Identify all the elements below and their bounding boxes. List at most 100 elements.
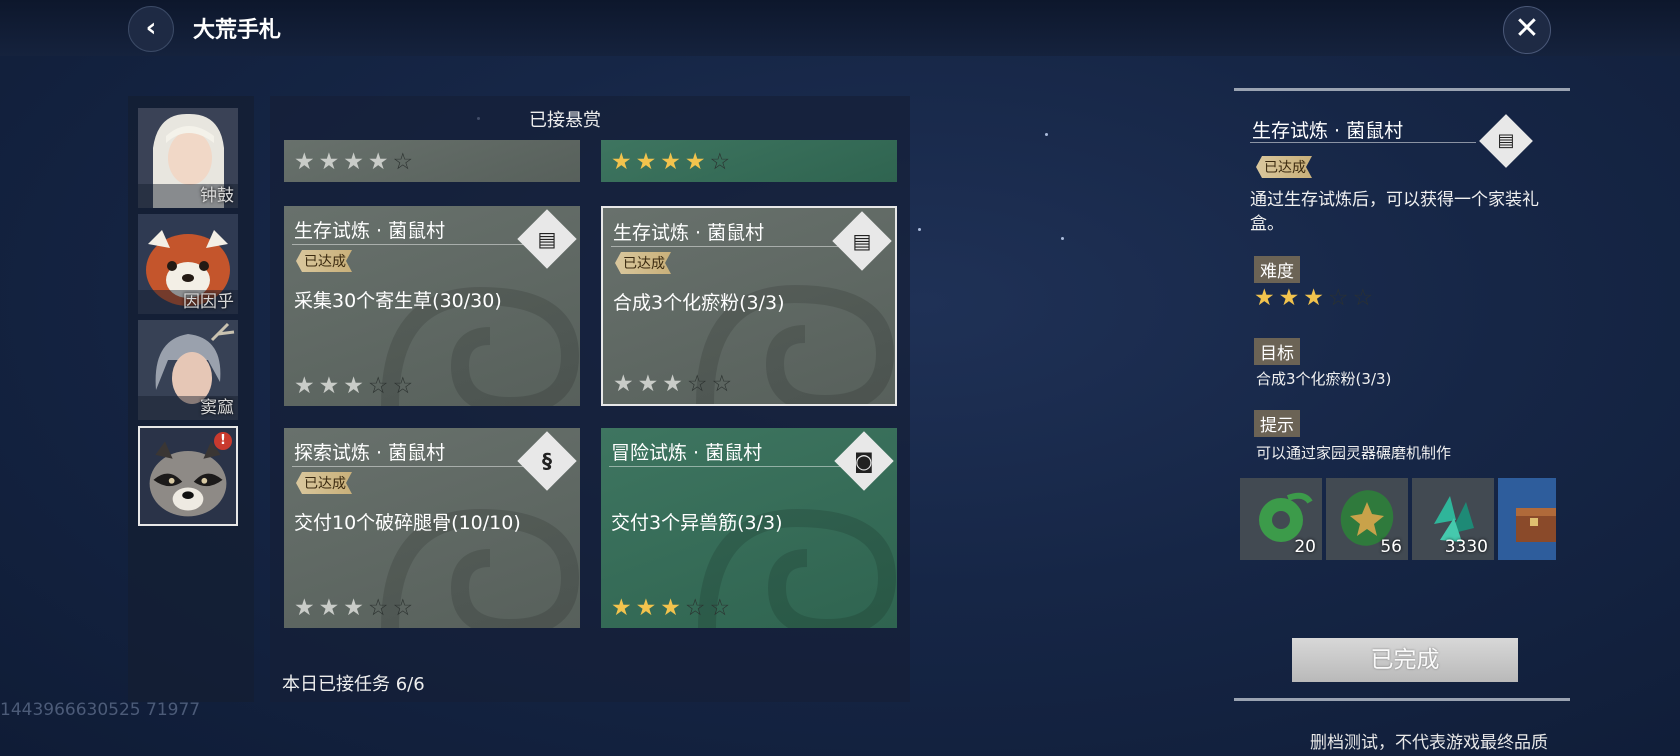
star-empty-icon: ☆	[684, 595, 706, 621]
reward-item[interactable]: 3330	[1412, 478, 1494, 560]
chevron-left-icon: ‹	[145, 13, 157, 43]
reward-item[interactable]	[1498, 478, 1556, 560]
star-filled-icon: ★	[343, 149, 364, 175]
difficulty-stars: ★ ★ ★ ☆ ☆	[1254, 286, 1373, 310]
close-button[interactable]: ✕	[1503, 6, 1551, 54]
star-filled-icon: ★	[611, 595, 632, 621]
reward-count: 56	[1380, 537, 1402, 557]
panel-title: 已接悬赏	[529, 110, 601, 131]
star-filled-icon: ★	[318, 373, 340, 399]
difficulty-stars: ★ ★ ★ ★ ☆	[294, 150, 413, 174]
quest-card-selected[interactable]: 生存试炼 · 菌鼠村 已达成 ▤ 合成3个化瘀粉(3/3) ★ ★ ★ ☆ ☆	[601, 206, 897, 406]
divider-top	[1234, 88, 1570, 91]
divider	[609, 466, 857, 467]
scroll-icon: ▤	[1497, 130, 1515, 151]
background-star	[1061, 237, 1064, 240]
star-filled-icon: ★	[637, 371, 659, 397]
close-icon: ✕	[1514, 11, 1540, 46]
star-empty-icon: ☆	[686, 371, 708, 397]
daily-quest-count: 本日已接任务 6/6	[282, 674, 425, 695]
page-title: 大荒手札	[193, 18, 282, 43]
character-list: 钟鼓 因因乎 窦窳 !	[128, 96, 254, 702]
quest-card[interactable]: 探索试炼 · 菌鼠村 已达成 § 交付10个破碎腿骨(10/10) ★ ★ ★ ☆ ☆	[284, 428, 580, 628]
character-name: 因因乎	[183, 292, 234, 312]
character-tab[interactable]: 因因乎	[138, 214, 238, 314]
star-filled-icon: ★	[343, 595, 364, 621]
difficulty-stars: ★ ★ ★ ☆ ☆	[294, 374, 413, 398]
quest-type-badge: ▤	[1479, 114, 1533, 168]
quest-card-partial[interactable]: ★ ★ ★ ★ ☆	[284, 140, 580, 182]
quest-title: 冒险试炼 · 菌鼠村	[611, 442, 763, 464]
star-filled-icon: ★	[1254, 285, 1275, 311]
goal-label: 目标	[1254, 338, 1300, 365]
star-empty-icon: ☆	[392, 595, 414, 621]
quest-title: 生存试炼 · 菌鼠村	[294, 220, 446, 242]
top-bar: ‹ 大荒手札 ✕	[0, 0, 1680, 56]
difficulty-stars: ★ ★ ★ ★ ☆	[611, 150, 730, 174]
star-filled-icon: ★	[684, 149, 706, 175]
star-empty-icon: ☆	[1352, 285, 1374, 311]
background-star	[1045, 133, 1048, 136]
test-build-notice: 删档测试，不代表游戏最终品质	[1310, 733, 1548, 753]
star-filled-icon: ★	[294, 595, 315, 621]
reward-count: 20	[1294, 537, 1316, 557]
quest-detail-panel: 生存试炼 · 菌鼠村 ▤ 已达成 通过生存试炼后，可以获得一个家装礼盒。 难度 …	[1234, 84, 1570, 704]
star-filled-icon: ★	[660, 595, 681, 621]
dragon-icon: §	[542, 449, 552, 473]
character-tab[interactable]: 钟鼓	[138, 108, 238, 208]
star-filled-icon: ★	[318, 149, 340, 175]
detail-title: 生存试炼 · 菌鼠村	[1252, 120, 1404, 142]
quest-card[interactable]: 生存试炼 · 菌鼠村 已达成 ▤ 采集30个寄生草(30/30) ★ ★ ★ ☆ ☆	[284, 206, 580, 406]
quest-objective: 合成3个化瘀粉(3/3)	[613, 292, 785, 314]
divider-bottom	[1234, 698, 1570, 701]
quest-objective: 采集30个寄生草(30/30)	[294, 290, 502, 312]
character-name: 钟鼓	[200, 186, 234, 206]
quest-title: 生存试炼 · 菌鼠村	[613, 222, 765, 244]
star-empty-icon: ☆	[367, 595, 389, 621]
reward-item[interactable]: 20	[1240, 478, 1322, 560]
goal-text: 合成3个化瘀粉(3/3)	[1256, 370, 1392, 388]
star-empty-icon: ☆	[367, 373, 389, 399]
quest-objective: 交付3个异兽筋(3/3)	[611, 512, 783, 534]
divider	[292, 244, 540, 245]
reward-count: 3330	[1444, 537, 1488, 557]
mask-icon: ◙	[854, 449, 874, 473]
divider	[292, 466, 540, 467]
star-empty-icon: ☆	[711, 371, 733, 397]
star-filled-icon: ★	[318, 595, 340, 621]
reward-item[interactable]: 56	[1326, 478, 1408, 560]
star-filled-icon: ★	[611, 149, 632, 175]
status-tag: 已达成	[615, 252, 671, 274]
quest-card[interactable]: 冒险试炼 · 菌鼠村 ◙ 交付3个异兽筋(3/3) ★ ★ ★ ☆ ☆	[601, 428, 897, 628]
star-filled-icon: ★	[367, 149, 389, 175]
star-filled-icon: ★	[662, 371, 683, 397]
star-filled-icon: ★	[294, 373, 315, 399]
background-star	[918, 228, 921, 231]
star-filled-icon: ★	[343, 373, 364, 399]
scroll-icon: ▤	[537, 227, 557, 251]
scroll-icon: ▤	[852, 229, 872, 253]
star-filled-icon: ★	[294, 149, 315, 175]
star-filled-icon: ★	[613, 371, 634, 397]
star-empty-icon: ☆	[709, 595, 731, 621]
difficulty-stars: ★ ★ ★ ☆ ☆	[611, 596, 730, 620]
star-empty-icon: ☆	[709, 149, 731, 175]
alert-badge: !	[214, 432, 232, 450]
divider	[1250, 142, 1476, 143]
quest-card-partial[interactable]: ★ ★ ★ ★ ☆	[601, 140, 897, 182]
star-filled-icon: ★	[1278, 285, 1300, 311]
star-filled-icon: ★	[635, 149, 657, 175]
status-tag: 已达成	[296, 472, 352, 494]
character-tab[interactable]: 窦窳	[138, 320, 238, 420]
character-tab-selected[interactable]: !	[138, 426, 238, 526]
back-button[interactable]: ‹	[128, 6, 174, 52]
complete-button[interactable]: 已完成	[1292, 638, 1518, 682]
star-filled-icon: ★	[1303, 285, 1324, 311]
character-name: 窦窳	[200, 398, 234, 418]
quest-title: 探索试炼 · 菌鼠村	[294, 442, 446, 464]
difficulty-label: 难度	[1254, 256, 1300, 283]
difficulty-stars: ★ ★ ★ ☆ ☆	[294, 596, 413, 620]
star-empty-icon: ☆	[392, 149, 414, 175]
difficulty-stars: ★ ★ ★ ☆ ☆	[613, 372, 732, 396]
hint-label: 提示	[1254, 410, 1300, 437]
